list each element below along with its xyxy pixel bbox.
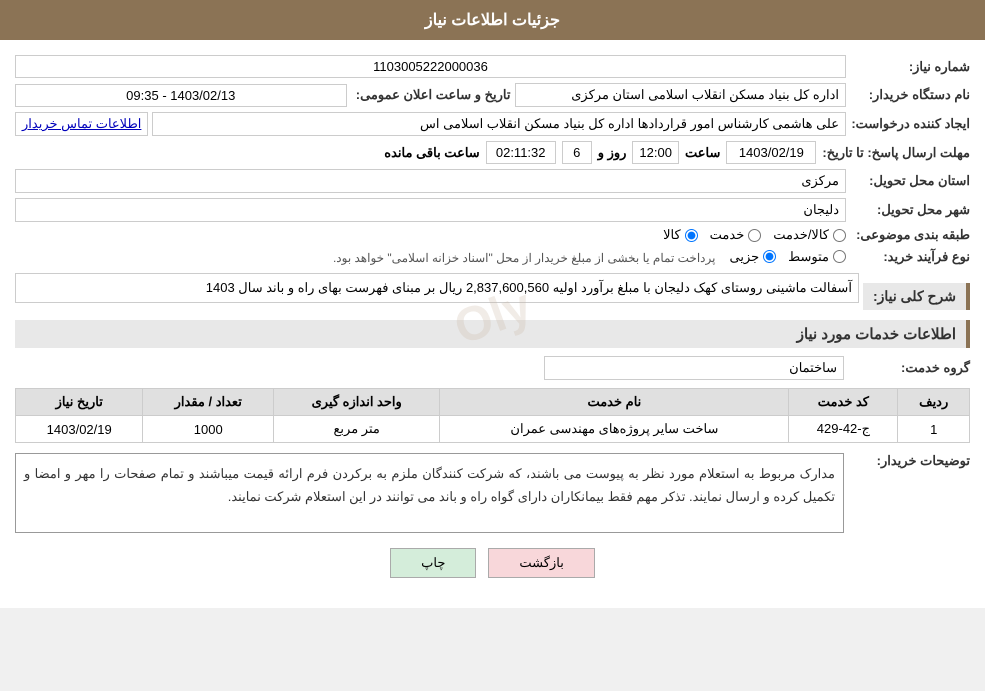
send-deadline-time-label: ساعت — [685, 145, 720, 161]
need-number-label: شماره نیاز: — [850, 59, 970, 75]
buyer-org-value: اداره کل بنیاد مسکن انقلاب اسلامی استان … — [515, 83, 847, 107]
province-row: استان محل تحویل: مرکزی — [15, 169, 970, 193]
announce-date-value: 1403/02/13 - 09:35 — [15, 84, 347, 107]
creator-label: ایجاد کننده درخواست: — [850, 116, 970, 132]
main-content: Oly شماره نیاز: 1103005222000036 نام دست… — [15, 55, 970, 578]
send-deadline-row: مهلت ارسال پاسخ: تا تاریخ: 1403/02/19 سا… — [15, 141, 970, 164]
need-number-value: 1103005222000036 — [15, 55, 846, 78]
need-number-row: شماره نیاز: 1103005222000036 — [15, 55, 970, 78]
service-group-row: گروه خدمت: ساختمان — [15, 356, 970, 380]
send-deadline-remaining-label: ساعت باقی مانده — [384, 145, 479, 161]
announce-buyer-row: نام دستگاه خریدار: اداره کل بنیاد مسکن ا… — [15, 83, 970, 107]
province-value: مرکزی — [15, 169, 846, 193]
need-summary-row: شرح کلی نیاز: آسفالت ماشینی روستای کهک د… — [15, 273, 970, 310]
category-label: طبقه بندی موضوعی: — [850, 227, 970, 243]
process-note: پرداخت تمام یا بخشی از مبلغ خریدار از مح… — [333, 251, 716, 265]
category-option-kala-khedmat[interactable]: کالا/خدمت — [773, 227, 846, 243]
process-option-jozi[interactable]: جزیی — [729, 249, 776, 265]
category-option-kala[interactable]: کالا — [663, 227, 698, 243]
category-row: طبقه بندی موضوعی: کالا/خدمت خدمت کالا — [15, 227, 970, 243]
service-group-value: ساختمان — [544, 356, 844, 380]
category-option-khedmat[interactable]: خدمت — [710, 227, 762, 243]
page-header: جزئیات اطلاعات نیاز — [0, 0, 985, 40]
send-deadline-remaining: 02:11:32 — [486, 141, 556, 164]
service-group-label: گروه خدمت: — [850, 360, 970, 376]
need-summary-label: شرح کلی نیاز: — [863, 283, 970, 310]
col-header-quantity: تعداد / مقدار — [143, 389, 274, 416]
col-header-row-num: ردیف — [898, 389, 970, 416]
buyer-notes-section: توضیحات خریدار: مدارک مربوط به استعلام م… — [15, 453, 970, 533]
col-header-date: تاریخ نیاز — [16, 389, 143, 416]
send-deadline-time: 12:00 — [632, 141, 679, 164]
back-button[interactable]: بازگشت — [488, 548, 594, 578]
city-label: شهر محل تحویل: — [850, 202, 970, 218]
buyer-notes-label: توضیحات خریدار: — [850, 453, 970, 469]
creator-row: ایجاد کننده درخواست: علی هاشمی کارشناس ا… — [15, 112, 970, 136]
process-radio-group: متوسط جزیی — [729, 249, 846, 265]
table-row: 1ج-42-429ساخت سایر پروژه‌های مهندسی عمرا… — [16, 416, 970, 443]
page-title: جزئیات اطلاعات نیاز — [425, 12, 560, 29]
need-summary-value: آسفالت ماشینی روستای کهک دلیجان با مبلغ … — [15, 273, 859, 303]
send-deadline-date: 1403/02/19 — [726, 141, 816, 164]
province-label: استان محل تحویل: — [850, 173, 970, 189]
process-option-motavaset[interactable]: متوسط — [788, 249, 846, 265]
city-value: دلیجان — [15, 198, 846, 222]
process-type-row: نوع فرآیند خرید: متوسط جزیی پرداخت تمام … — [15, 248, 970, 265]
col-header-unit: واحد اندازه گیری — [274, 389, 440, 416]
creator-value: علی هاشمی کارشناس امور قراردادها اداره ک… — [152, 112, 846, 136]
col-header-name: نام خدمت — [440, 389, 789, 416]
services-info-title: اطلاعات خدمات مورد نیاز — [15, 320, 970, 348]
process-type-label: نوع فرآیند خرید: — [850, 249, 970, 265]
buyer-notes-value: مدارک مربوط به استعلام مورد نظر به پیوست… — [15, 453, 844, 533]
announce-date-label: تاریخ و ساعت اعلان عمومی: — [351, 87, 511, 103]
send-deadline-day-label: روز و — [598, 145, 627, 161]
send-deadline-label: مهلت ارسال پاسخ: تا تاریخ: — [822, 145, 970, 161]
bottom-buttons: بازگشت چاپ — [15, 548, 970, 578]
creator-link[interactable]: اطلاعات تماس خریدار — [15, 112, 148, 136]
send-deadline-days: 6 — [562, 141, 592, 164]
category-radio-group: کالا/خدمت خدمت کالا — [663, 227, 846, 243]
services-table: ردیف کد خدمت نام خدمت واحد اندازه گیری ت… — [15, 388, 970, 443]
content-area: Oly شماره نیاز: 1103005222000036 نام دست… — [0, 40, 985, 608]
print-button[interactable]: چاپ — [390, 548, 476, 578]
city-row: شهر محل تحویل: دلیجان — [15, 198, 970, 222]
buyer-org-label: نام دستگاه خریدار: — [850, 87, 970, 103]
table-header-row: ردیف کد خدمت نام خدمت واحد اندازه گیری ت… — [16, 389, 970, 416]
col-header-code: کد خدمت — [789, 389, 898, 416]
page-wrapper: جزئیات اطلاعات نیاز Oly شماره نیاز: 1103… — [0, 0, 985, 608]
